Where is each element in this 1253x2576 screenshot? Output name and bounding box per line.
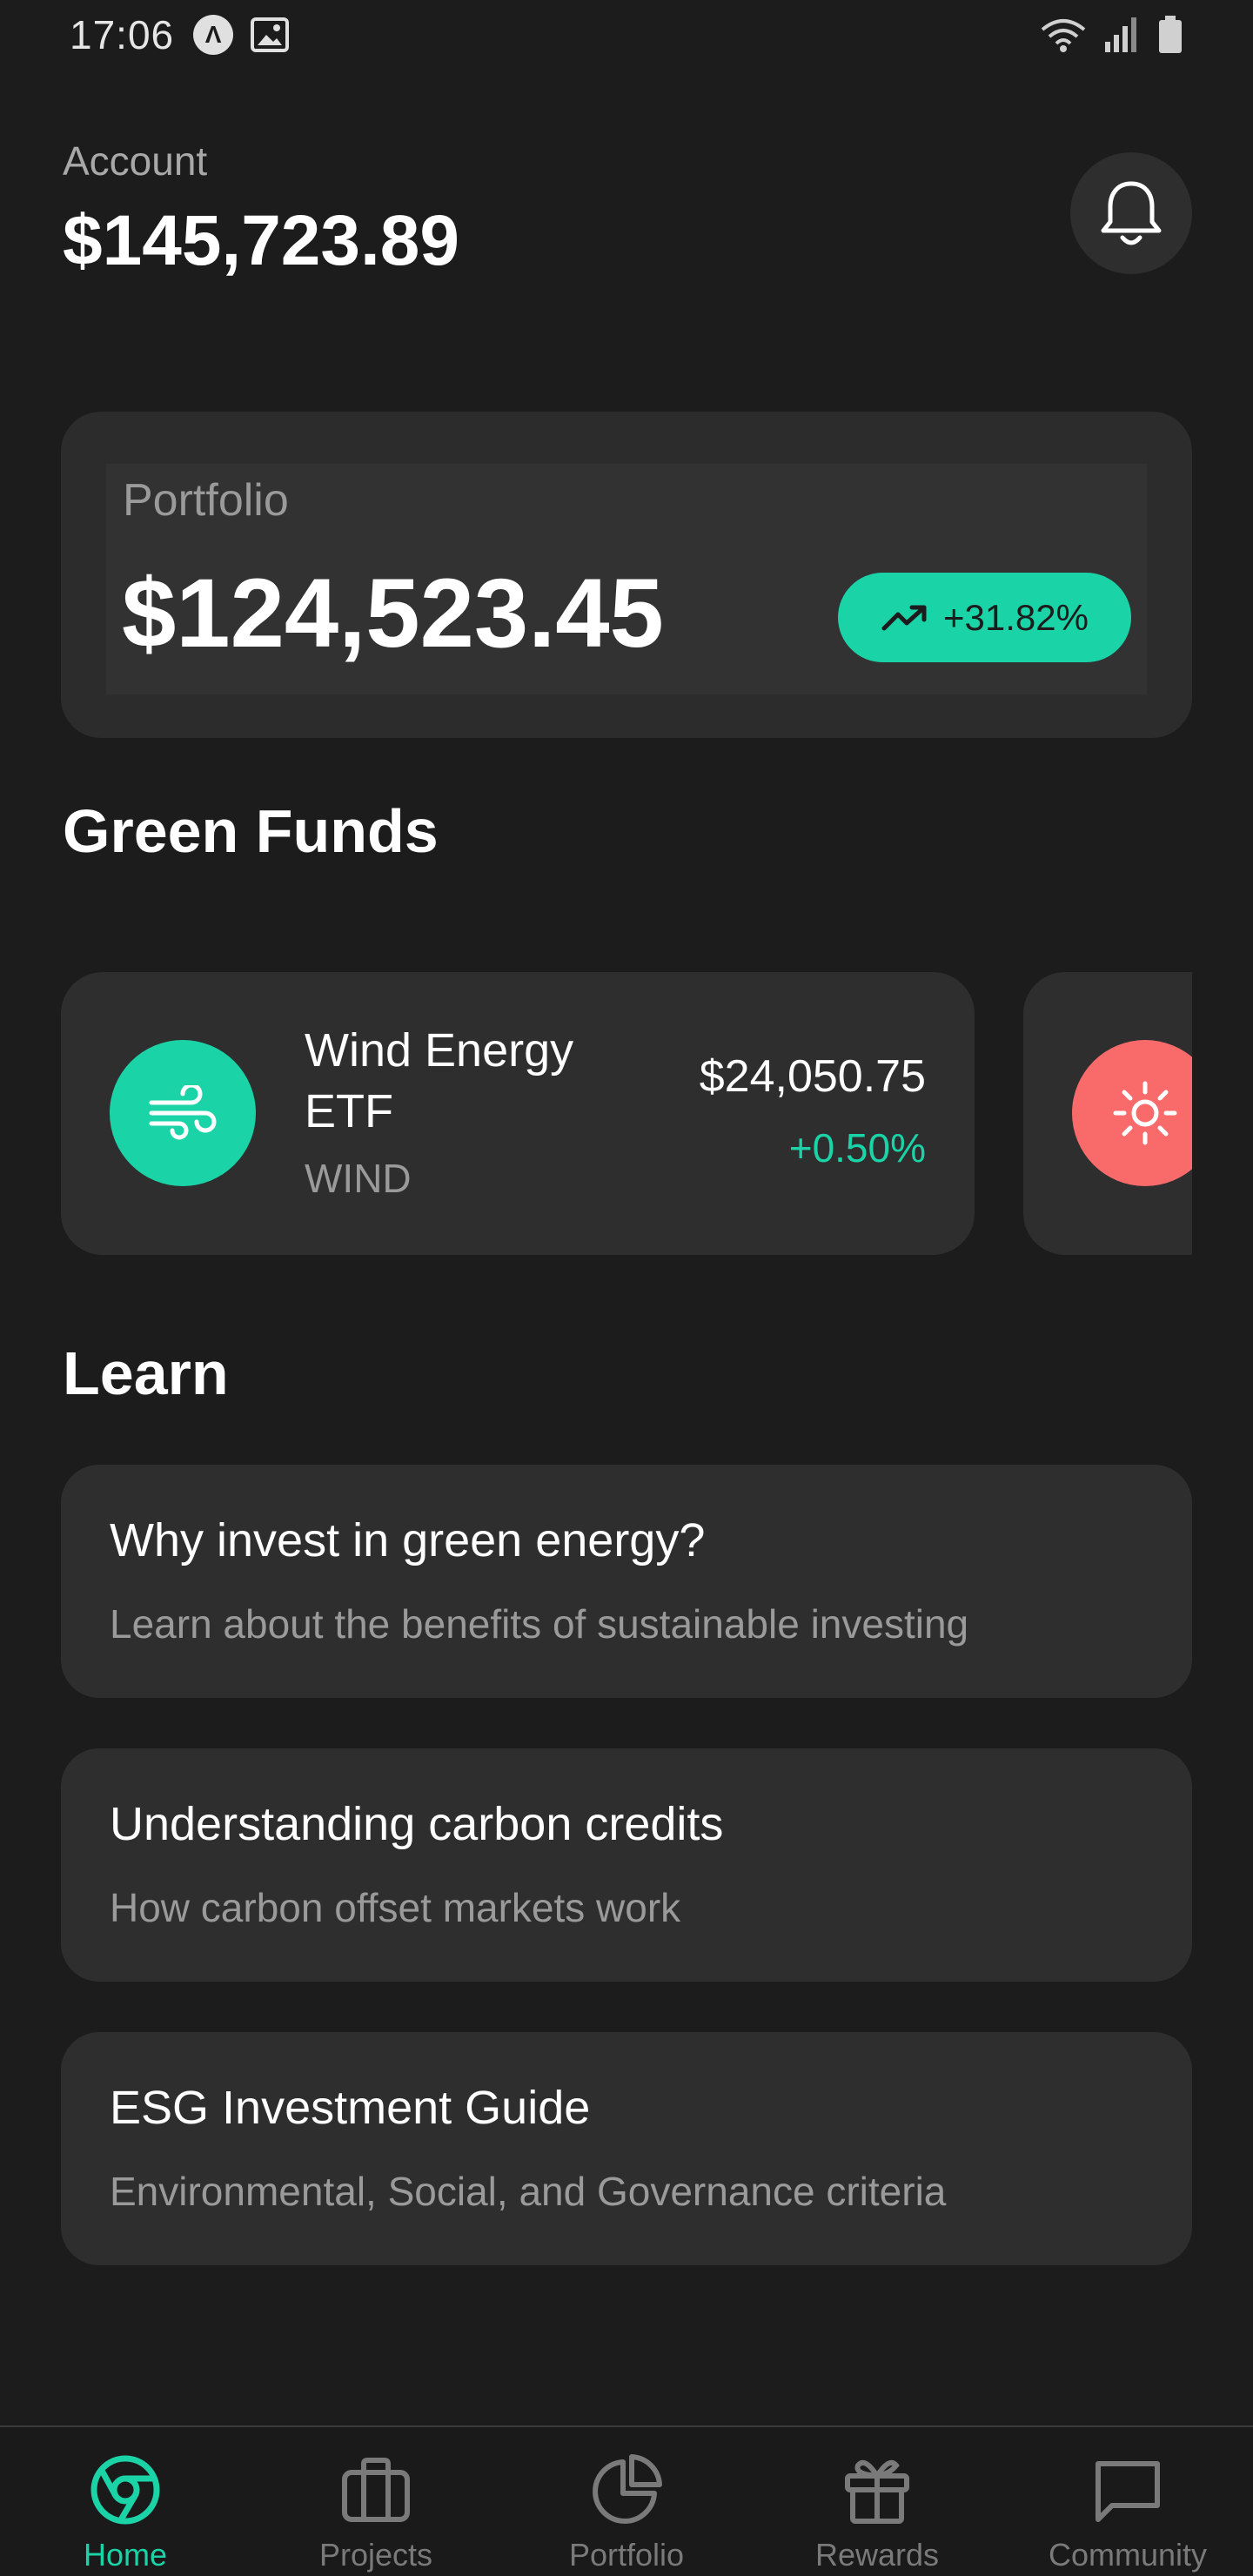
bottom-nav: Home Projects Portfolio Rewards Communit… (0, 2425, 1253, 2576)
nav-label: Projects (318, 2537, 433, 2573)
nav-label: Rewards (814, 2537, 940, 2573)
nav-item-projects[interactable]: Projects (251, 2427, 501, 2576)
learn-card-title: Understanding carbon credits (110, 1798, 724, 1850)
portfolio-label-text: Portfolio (123, 475, 289, 526)
fund-ticker: WIND (305, 1156, 412, 1201)
portfolio-change-badge: +31.82% (838, 573, 1131, 662)
trending-up-icon (881, 605, 927, 630)
home-screen: 17:06 Λ Account $145,723.89 Portfolio $1… (0, 0, 1253, 2576)
status-time: 17:06 (70, 12, 175, 57)
fund-card-solar[interactable] (1023, 972, 1192, 1255)
green-funds-title: Green Funds (63, 797, 439, 865)
nav-item-home[interactable]: Home (0, 2427, 251, 2576)
wind-icon (149, 1085, 217, 1140)
learn-card-subtitle: How carbon offset markets work (110, 1885, 681, 1930)
wifi-icon (1041, 19, 1086, 52)
nav-item-rewards[interactable]: Rewards (752, 2427, 1002, 2576)
pie-chart-icon (593, 2454, 662, 2524)
portfolio-value: $124,523.45 (122, 559, 664, 667)
fund-change: +0.50% (788, 1125, 926, 1171)
status-right (1039, 16, 1183, 54)
chat-icon (1096, 2461, 1160, 2522)
learn-card[interactable]: Why invest in green energy? Learn about … (61, 1465, 1192, 1698)
fund-price: $24,050.75 (699, 1051, 926, 1102)
home-icon (90, 2455, 160, 2525)
fund-icon-badge (110, 1040, 256, 1186)
nav-label: Home (83, 2537, 168, 2573)
learn-card-title: Why invest in green energy? (110, 1514, 706, 1566)
image-icon (251, 17, 290, 52)
portfolio-change-value: +31.82% (943, 596, 1089, 638)
gift-icon (845, 2460, 909, 2524)
battery-icon (1159, 16, 1182, 53)
notifications-button[interactable] (1070, 152, 1192, 274)
fund-card-wind[interactable]: Wind Energy ETF WIND $24,050.75 +0.50% (61, 972, 975, 1255)
briefcase-icon (342, 2458, 410, 2522)
learn-card-subtitle: Environmental, Social, and Governance cr… (110, 2169, 947, 2214)
nav-item-portfolio[interactable]: Portfolio (501, 2427, 752, 2576)
fund-icon-badge (1072, 1040, 1192, 1186)
learn-title: Learn (63, 1339, 229, 1407)
status-bar: 17:06 Λ (0, 0, 1253, 70)
portfolio-label: Portfolio (123, 474, 289, 527)
nav-label: Portfolio (568, 2537, 685, 2573)
learn-card[interactable]: Understanding carbon credits How carbon … (61, 1748, 1192, 1982)
bell-icon (1101, 181, 1162, 245)
fund-name: Wind Energy ETF (305, 1024, 574, 1137)
learn-card[interactable]: ESG Investment Guide Environmental, Soci… (61, 2032, 1192, 2265)
account-balance: $145,723.89 (63, 201, 460, 280)
nav-label: Community (1048, 2537, 1208, 2573)
learn-card-subtitle: Learn about the benefits of sustainable … (110, 1601, 969, 1647)
app-notification-icon: Λ (193, 15, 234, 55)
learn-card-title: ESG Investment Guide (110, 2082, 591, 2134)
sun-icon (1113, 1081, 1177, 1145)
signal-icon (1105, 17, 1136, 52)
account-label: Account (63, 138, 208, 184)
nav-item-community[interactable]: Community (1002, 2427, 1253, 2576)
